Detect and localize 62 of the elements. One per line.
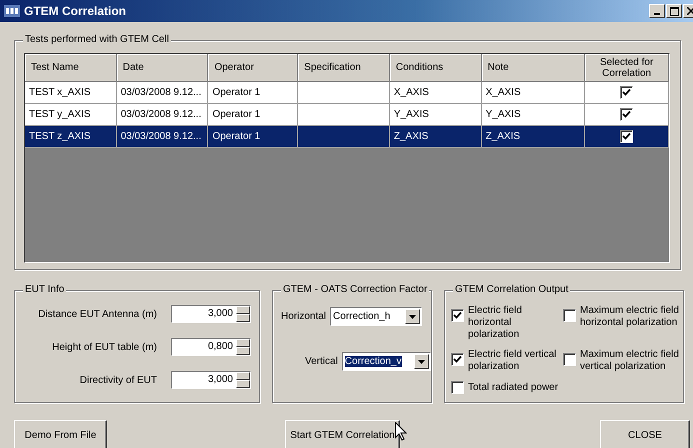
table-cell: 03/03/2008 9.12... <box>116 104 208 126</box>
dropdown[interactable]: Correction_h <box>330 307 422 326</box>
table-cell: Y_AXIS <box>390 104 482 126</box>
checkbox-label: Total radiated power <box>468 382 558 394</box>
field-label: Horizontal <box>281 311 326 322</box>
table-cell: Z_AXIS <box>390 126 482 148</box>
column-header[interactable]: Specification <box>298 54 390 82</box>
column-header[interactable]: Test Name <box>25 54 117 82</box>
table-cell: Operator 1 <box>208 126 298 148</box>
close-icon <box>687 7 693 15</box>
group-title: Tests performed with GTEM Cell <box>23 34 171 45</box>
action-button[interactable]: Demo From File <box>14 420 107 448</box>
table-cell: X_AXIS <box>482 82 586 104</box>
cursor-icon <box>395 422 407 441</box>
column-header[interactable]: Selected for Correlation <box>585 54 670 82</box>
checkbox-label: Electric field vertical polarization <box>468 349 558 373</box>
caret-icon <box>418 360 425 364</box>
table-cell: TEST y_AXIS <box>25 104 117 126</box>
checkbox[interactable] <box>563 309 576 322</box>
action-button[interactable]: Start GTEM Correlation <box>285 420 400 448</box>
group-title: EUT Info <box>23 284 66 295</box>
table-row[interactable]: TEST y_AXIS 03/03/2008 9.12... Operator 1 Y_AXIS Y_AXIS <box>25 104 669 126</box>
column-header[interactable]: Date <box>116 54 208 82</box>
table-cell: TEST x_AXIS <box>25 82 117 104</box>
table-cell: Z_AXIS <box>482 126 586 148</box>
app-icon <box>4 5 20 17</box>
field-label: Height of EUT table (m) <box>51 342 157 352</box>
table-cell: TEST z_AXIS <box>25 126 117 148</box>
column-header[interactable]: Operator <box>208 54 298 82</box>
spin-field[interactable]: 3,000 <box>171 305 251 323</box>
maximize-button[interactable] <box>666 4 682 18</box>
dropdown[interactable]: Correction_v <box>342 352 431 371</box>
checkbox[interactable] <box>563 353 576 366</box>
table-row[interactable]: TEST x_AXIS 03/03/2008 9.12... Operator 1 X_AXIS X_AXIS <box>25 82 669 104</box>
table-row[interactable]: TEST z_AXIS 03/03/2008 9.12... Operator 1 Z_AXIS Z_AXIS <box>25 126 669 148</box>
checkbox[interactable] <box>451 381 464 394</box>
column-header[interactable]: Note <box>482 54 586 82</box>
field-label: Vertical <box>305 356 338 367</box>
checkbox[interactable] <box>451 353 464 366</box>
table-cell: Operator 1 <box>208 82 298 104</box>
group-title: GTEM - OATS Correction Factor <box>281 284 430 295</box>
spin-field[interactable]: 0,800 <box>171 338 251 356</box>
checkbox-label: Maximum electric field horizontal polarization <box>580 305 680 329</box>
table-cell: Operator 1 <box>208 104 298 126</box>
minimize-button[interactable] <box>649 4 665 18</box>
checkbox[interactable] <box>620 130 634 143</box>
column-header[interactable]: Conditions <box>390 54 482 82</box>
field-label: Directivity of EUT <box>78 374 157 386</box>
maximize-icon <box>670 6 678 16</box>
spin-field[interactable]: 3,000 <box>171 371 251 389</box>
group-title: GTEM Correlation Output <box>453 284 570 295</box>
caret-icon <box>409 314 416 318</box>
window-title: GTEM Correlation <box>24 4 128 18</box>
table-cell: 03/03/2008 9.12... <box>116 82 208 104</box>
table-cell: Y_AXIS <box>482 104 586 126</box>
checkbox-label: Maximum electric field vertical polarization <box>580 349 680 373</box>
checkbox-label: Electric field horizontal polarization <box>468 305 523 341</box>
field-label: Distance EUT Antenna (m) <box>37 308 157 320</box>
checkbox[interactable] <box>451 309 464 322</box>
table-cell: 03/03/2008 9.12... <box>116 126 208 148</box>
action-button[interactable]: CLOSE <box>600 420 690 448</box>
table-cell: X_AXIS <box>390 82 482 104</box>
